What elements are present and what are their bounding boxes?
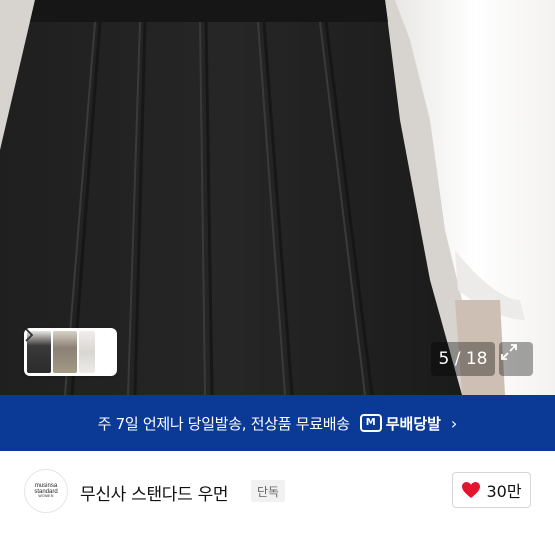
bottom-spacer (0, 533, 555, 555)
delivery-truck-icon: M (359, 414, 382, 432)
thumbnail-beige-skirt[interactable] (53, 331, 77, 373)
brand-name-link[interactable]: 무신사 스탠다드 우먼 (80, 480, 229, 505)
free-delivery-logo-text: 무배당발 (385, 414, 441, 433)
free-delivery-logo: M 무배당발 (359, 413, 441, 434)
thumbnail-strip[interactable] (24, 328, 117, 376)
like-button[interactable]: 30만 (452, 472, 531, 508)
delivery-banner-text: 주 7일 언제나 당일발송, 전상품 무료배송 (97, 414, 350, 433)
heart-icon (462, 482, 481, 498)
image-page-counter: 5 / 18 (431, 342, 495, 376)
delivery-banner[interactable]: 주 7일 언제나 당일발송, 전상품 무료배송 M 무배당발 › (0, 395, 555, 451)
expand-button[interactable] (499, 342, 533, 376)
banner-chevron-icon: › (450, 413, 458, 433)
thumbnail-light-skirt[interactable] (79, 331, 95, 373)
product-image[interactable]: 5 / 18 (0, 0, 555, 395)
exclusive-badge: 단독 (251, 480, 286, 502)
like-count: 30만 (486, 482, 522, 501)
brand-logo-line3: WOMEN (38, 494, 54, 499)
brand-row: musinsa standard WOMEN 무신사 스탠다드 우먼 단독 30… (0, 451, 555, 533)
expand-arrows-icon (501, 344, 517, 360)
brand-logo[interactable]: musinsa standard WOMEN (24, 469, 68, 513)
